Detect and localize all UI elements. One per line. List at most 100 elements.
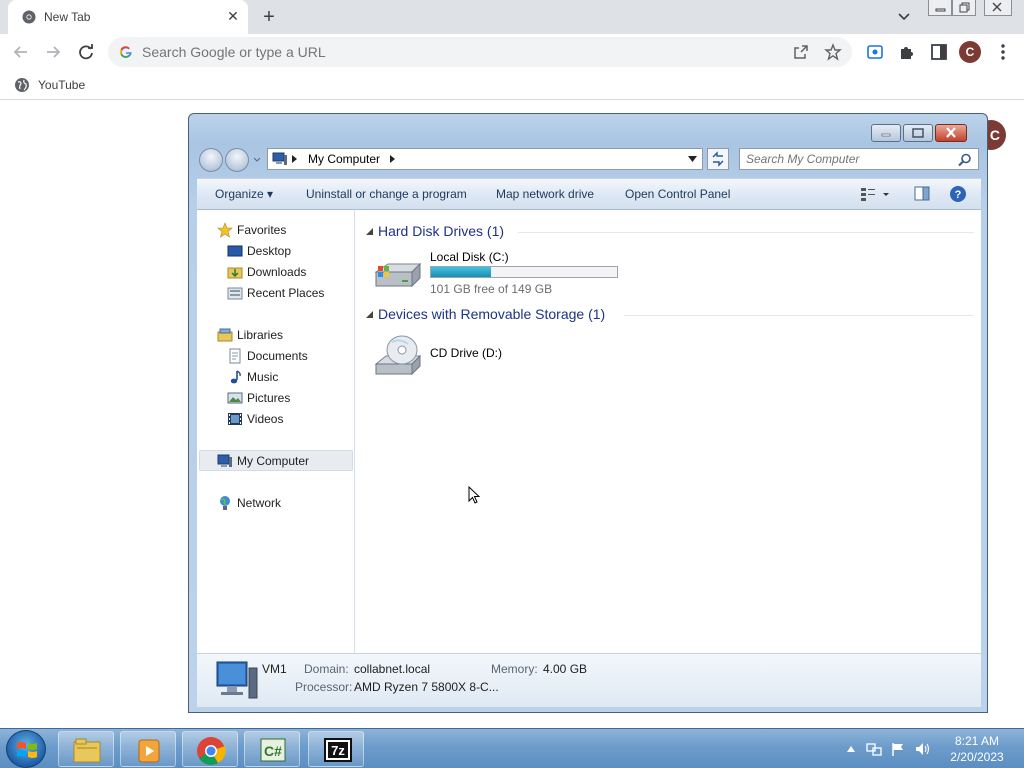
mouse-cursor-icon bbox=[468, 486, 481, 504]
reload-icon[interactable] bbox=[75, 41, 97, 63]
drive-name: CD Drive (D:) bbox=[430, 346, 502, 360]
new-tab-button[interactable]: + bbox=[258, 6, 280, 28]
taskbar-media-player-button[interactable] bbox=[120, 731, 176, 767]
explorer-restore-button[interactable] bbox=[903, 124, 933, 142]
browser-tab-strip: New Tab ✕ + bbox=[0, 0, 1024, 34]
nav-label: Libraries bbox=[237, 328, 284, 342]
computer-name: VM1 bbox=[262, 662, 287, 676]
windows-logo-icon bbox=[17, 742, 37, 758]
start-button[interactable] bbox=[6, 730, 46, 768]
uninstall-program-button[interactable]: Uninstall or change a program bbox=[306, 187, 467, 201]
hard-drive-icon bbox=[374, 262, 422, 288]
recent-pages-chevron-icon[interactable] bbox=[253, 157, 261, 163]
tab-search-chevron-icon[interactable] bbox=[895, 9, 913, 25]
explorer-forward-button[interactable] bbox=[225, 148, 249, 172]
nav-label: Videos bbox=[247, 412, 284, 426]
explorer-search-box[interactable] bbox=[739, 148, 979, 170]
domain-label: Domain: bbox=[304, 662, 349, 676]
group-removable-storage[interactable]: Devices with Removable Storage (1) bbox=[364, 305, 974, 325]
collapse-triangle-icon[interactable] bbox=[366, 228, 374, 236]
close-icon bbox=[946, 127, 956, 138]
folder-icon bbox=[73, 738, 101, 763]
recent-places-icon bbox=[227, 287, 243, 300]
breadcrumb-arrow-icon[interactable] bbox=[390, 155, 396, 163]
organize-menu[interactable]: Organize ▾ bbox=[215, 187, 273, 201]
processor-value: AMD Ryzen 7 5800X 8-C... bbox=[354, 680, 499, 694]
group-divider bbox=[624, 315, 974, 316]
7zip-icon: 7z bbox=[324, 738, 352, 762]
tab-close-icon[interactable]: ✕ bbox=[224, 7, 242, 25]
group-title: Devices with Removable Storage (1) bbox=[378, 306, 606, 322]
drive-cd-d[interactable]: CD Drive (D:) bbox=[372, 332, 572, 382]
processor-label: Processor: bbox=[295, 680, 353, 694]
explorer-window: My Computer Organize ▾ Uninstall or chan… bbox=[188, 113, 988, 713]
system-tray: 8:21 AM 2/20/2023 bbox=[840, 729, 1024, 768]
drive-name: Local Disk (C:) bbox=[430, 250, 509, 264]
restore-button[interactable] bbox=[952, 0, 976, 16]
profile-avatar[interactable]: C bbox=[959, 41, 981, 63]
breadcrumb-arrow-icon[interactable] bbox=[292, 155, 298, 163]
restore-icon bbox=[912, 128, 924, 138]
taskbar-7zip-button[interactable]: 7z bbox=[308, 731, 364, 767]
preview-pane-icon[interactable] bbox=[913, 185, 931, 203]
explorer-back-button[interactable] bbox=[199, 148, 223, 172]
group-hard-disk-drives[interactable]: Hard Disk Drives (1) bbox=[364, 222, 974, 242]
bookmark-star-icon[interactable] bbox=[824, 43, 842, 61]
chrome-icon bbox=[22, 10, 36, 24]
address-dropdown-icon[interactable] bbox=[688, 156, 697, 162]
nav-label: Recent Places bbox=[247, 286, 325, 300]
volume-icon[interactable] bbox=[914, 741, 930, 757]
explorer-close-button[interactable] bbox=[935, 124, 967, 142]
minimize-button[interactable] bbox=[928, 0, 952, 16]
domain-value: collabnet.local bbox=[354, 662, 431, 676]
close-window-button[interactable] bbox=[984, 0, 1012, 16]
drive-local-disk-c[interactable]: Local Disk (C:) 101 GB free of 149 GB bbox=[372, 248, 652, 302]
open-control-panel-button[interactable]: Open Control Panel bbox=[625, 187, 730, 201]
more-menu-icon[interactable] bbox=[992, 41, 1014, 63]
show-hidden-icons-icon[interactable] bbox=[846, 745, 856, 753]
extensions-puzzle-icon[interactable] bbox=[896, 41, 918, 63]
omnibox-input[interactable] bbox=[142, 43, 742, 61]
back-icon[interactable] bbox=[10, 41, 32, 63]
group-divider bbox=[518, 232, 974, 233]
csharp-icon: C# bbox=[260, 738, 286, 762]
memory-value: 4.00 GB bbox=[543, 662, 588, 676]
taskbar-clock[interactable]: 8:21 AM 2/20/2023 bbox=[944, 733, 1010, 765]
omnibox[interactable] bbox=[108, 37, 852, 67]
taskbar-chrome-button[interactable] bbox=[182, 731, 238, 767]
screencast-extension-icon[interactable] bbox=[864, 41, 886, 63]
nav-label: Favorites bbox=[237, 223, 287, 237]
map-network-drive-button[interactable]: Map network drive bbox=[496, 187, 594, 201]
star-icon bbox=[217, 222, 233, 238]
share-icon[interactable] bbox=[792, 43, 810, 61]
address-row: My Computer bbox=[197, 147, 979, 173]
address-bar[interactable]: My Computer bbox=[267, 148, 703, 170]
forward-icon[interactable] bbox=[42, 41, 64, 63]
bookmarks-bar: YouTube bbox=[0, 70, 1024, 100]
browser-tab[interactable]: New Tab ✕ bbox=[8, 0, 248, 34]
breadcrumb-my-computer[interactable]: My Computer bbox=[308, 152, 380, 166]
clock-time: 8:21 AM bbox=[954, 734, 1000, 748]
collapse-triangle-icon[interactable] bbox=[366, 311, 374, 319]
explorer-refresh-button[interactable] bbox=[707, 148, 729, 170]
organize-label: Organize bbox=[215, 187, 264, 201]
search-icon[interactable] bbox=[958, 153, 972, 167]
details-pane: VM1 Domain: collabnet.local Memory: 4.00… bbox=[197, 653, 981, 707]
taskbar-explorer-button[interactable] bbox=[58, 731, 114, 767]
explorer-search-input[interactable] bbox=[746, 152, 946, 166]
nav-label: Desktop bbox=[247, 244, 292, 258]
nav-label: Pictures bbox=[247, 391, 291, 405]
minimize-icon bbox=[935, 8, 946, 12]
desktop-icon bbox=[227, 245, 243, 257]
taskbar: C# 7z 8:21 AM 2/20/2023 bbox=[0, 728, 1024, 768]
help-icon[interactable]: ? bbox=[949, 185, 967, 203]
command-bar: Organize ▾ Uninstall or change a program… bbox=[197, 178, 981, 210]
action-center-flag-icon[interactable] bbox=[890, 741, 906, 757]
side-panel-icon[interactable] bbox=[928, 41, 950, 63]
taskbar-csharp-button[interactable]: C# bbox=[244, 731, 300, 767]
explorer-minimize-button[interactable] bbox=[871, 124, 901, 142]
change-view-icon[interactable] bbox=[859, 185, 893, 203]
navigation-pane: Favorites Desktop Downloads Recent Place… bbox=[197, 210, 355, 653]
network-tray-icon[interactable] bbox=[866, 741, 882, 757]
globe-icon bbox=[15, 78, 29, 92]
